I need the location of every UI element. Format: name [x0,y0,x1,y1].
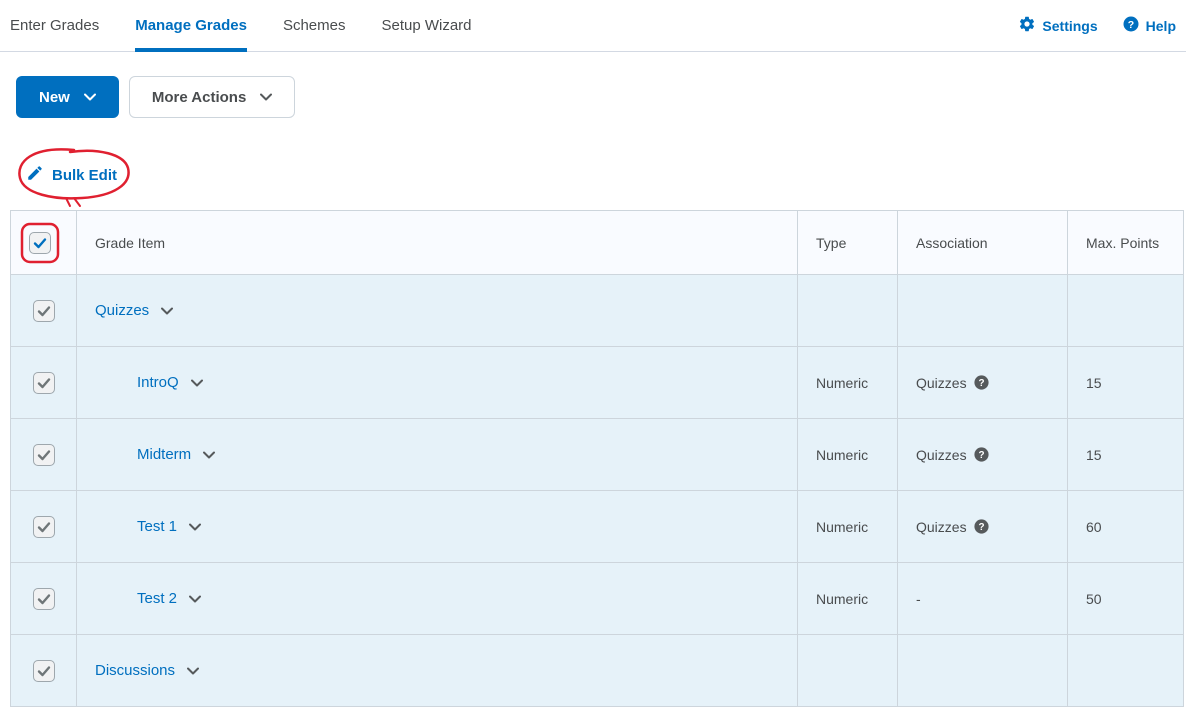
grade-item-name: Midterm [137,446,191,463]
row-checkbox[interactable] [33,372,55,394]
help-icon[interactable]: ? [973,518,990,535]
table-row: Test 2 Numeric - 50 [11,563,1184,635]
table-row: Test 1NumericQuizzes?60 [11,491,1184,563]
association-cell: Quizzes? [898,491,1068,563]
gear-icon [1018,15,1036,36]
row-checkbox[interactable] [33,516,55,538]
association-cell: - [898,563,1068,635]
svg-text:?: ? [978,450,984,461]
chevron-down-icon[interactable] [189,521,201,533]
grade-item-name: Test 1 [137,518,177,535]
chevron-down-icon[interactable] [161,305,173,317]
tab-schemes[interactable]: Schemes [283,2,346,52]
tab-setup-wizard[interactable]: Setup Wizard [381,2,471,52]
chevron-down-icon[interactable] [189,593,201,605]
bulk-edit-button[interactable]: Bulk Edit [16,158,127,192]
association-cell [898,275,1068,347]
table-row: Quizzes [11,275,1184,347]
new-button-label: New [39,89,70,106]
help-icon: ? [1122,15,1140,36]
table-header-row: Grade Item Type Association Max. Points [11,211,1184,275]
col-type: Type [798,211,898,275]
row-checkbox[interactable] [33,444,55,466]
grade-item-name: IntroQ [137,374,179,391]
col-association: Association [898,211,1068,275]
settings-label: Settings [1042,18,1097,34]
grade-item-link[interactable]: Test 1 [95,518,201,535]
help-label: Help [1146,18,1176,34]
max-points-cell: 15 [1068,419,1184,491]
row-checkbox[interactable] [33,300,55,322]
bulk-edit-label: Bulk Edit [52,167,117,184]
max-points-cell: 50 [1068,563,1184,635]
type-cell: Numeric [798,347,898,419]
help-link[interactable]: ? Help [1122,15,1176,36]
grade-item-name: Discussions [95,662,175,679]
association-cell: Quizzes? [898,347,1068,419]
table-row: Discussions [11,635,1184,707]
association-text: Quizzes [916,375,967,391]
table-row: MidtermNumericQuizzes?15 [11,419,1184,491]
grade-item-link[interactable]: Discussions [95,662,199,679]
type-cell [798,635,898,707]
row-checkbox[interactable] [33,660,55,682]
help-icon[interactable]: ? [973,446,990,463]
tab-manage-grades[interactable]: Manage Grades [135,2,247,52]
more-actions-label: More Actions [152,89,246,106]
row-checkbox[interactable] [33,588,55,610]
grade-item-name: Test 2 [137,590,177,607]
more-actions-button[interactable]: More Actions [129,76,295,118]
col-max-points: Max. Points [1068,211,1184,275]
grades-tabs: Enter Grades Manage Grades Schemes Setup… [0,0,1186,52]
chevron-down-icon [260,91,272,103]
type-cell: Numeric [798,491,898,563]
type-cell: Numeric [798,419,898,491]
grade-item-link[interactable]: Quizzes [95,302,173,319]
top-right-links: Settings ? Help [1018,15,1176,36]
table-row: IntroQNumericQuizzes?15 [11,347,1184,419]
max-points-cell [1068,275,1184,347]
new-button[interactable]: New [16,76,119,118]
grade-item-name: Quizzes [95,302,149,319]
chevron-down-icon[interactable] [187,665,199,677]
association-text: - [916,591,921,607]
svg-text:?: ? [978,522,984,533]
max-points-cell: 15 [1068,347,1184,419]
tab-enter-grades[interactable]: Enter Grades [10,2,99,52]
chevron-down-icon [84,91,96,103]
max-points-cell: 60 [1068,491,1184,563]
grades-table: Grade Item Type Association Max. Points … [10,210,1184,707]
grade-item-link[interactable]: Midterm [95,446,215,463]
pencil-icon [26,164,44,186]
chevron-down-icon[interactable] [191,377,203,389]
association-text: Quizzes [916,447,967,463]
svg-text:?: ? [1127,19,1133,31]
select-all-checkbox[interactable] [29,232,51,254]
svg-text:?: ? [978,378,984,389]
grade-item-link[interactable]: Test 2 [95,590,201,607]
toolbar: New More Actions [0,52,1186,158]
type-cell: Numeric [798,563,898,635]
settings-link[interactable]: Settings [1018,15,1097,36]
grade-item-link[interactable]: IntroQ [95,374,203,391]
help-icon[interactable]: ? [973,374,990,391]
association-cell [898,635,1068,707]
max-points-cell [1068,635,1184,707]
association-cell: Quizzes? [898,419,1068,491]
type-cell [798,275,898,347]
association-text: Quizzes [916,519,967,535]
col-grade-item: Grade Item [77,211,798,275]
chevron-down-icon[interactable] [203,449,215,461]
